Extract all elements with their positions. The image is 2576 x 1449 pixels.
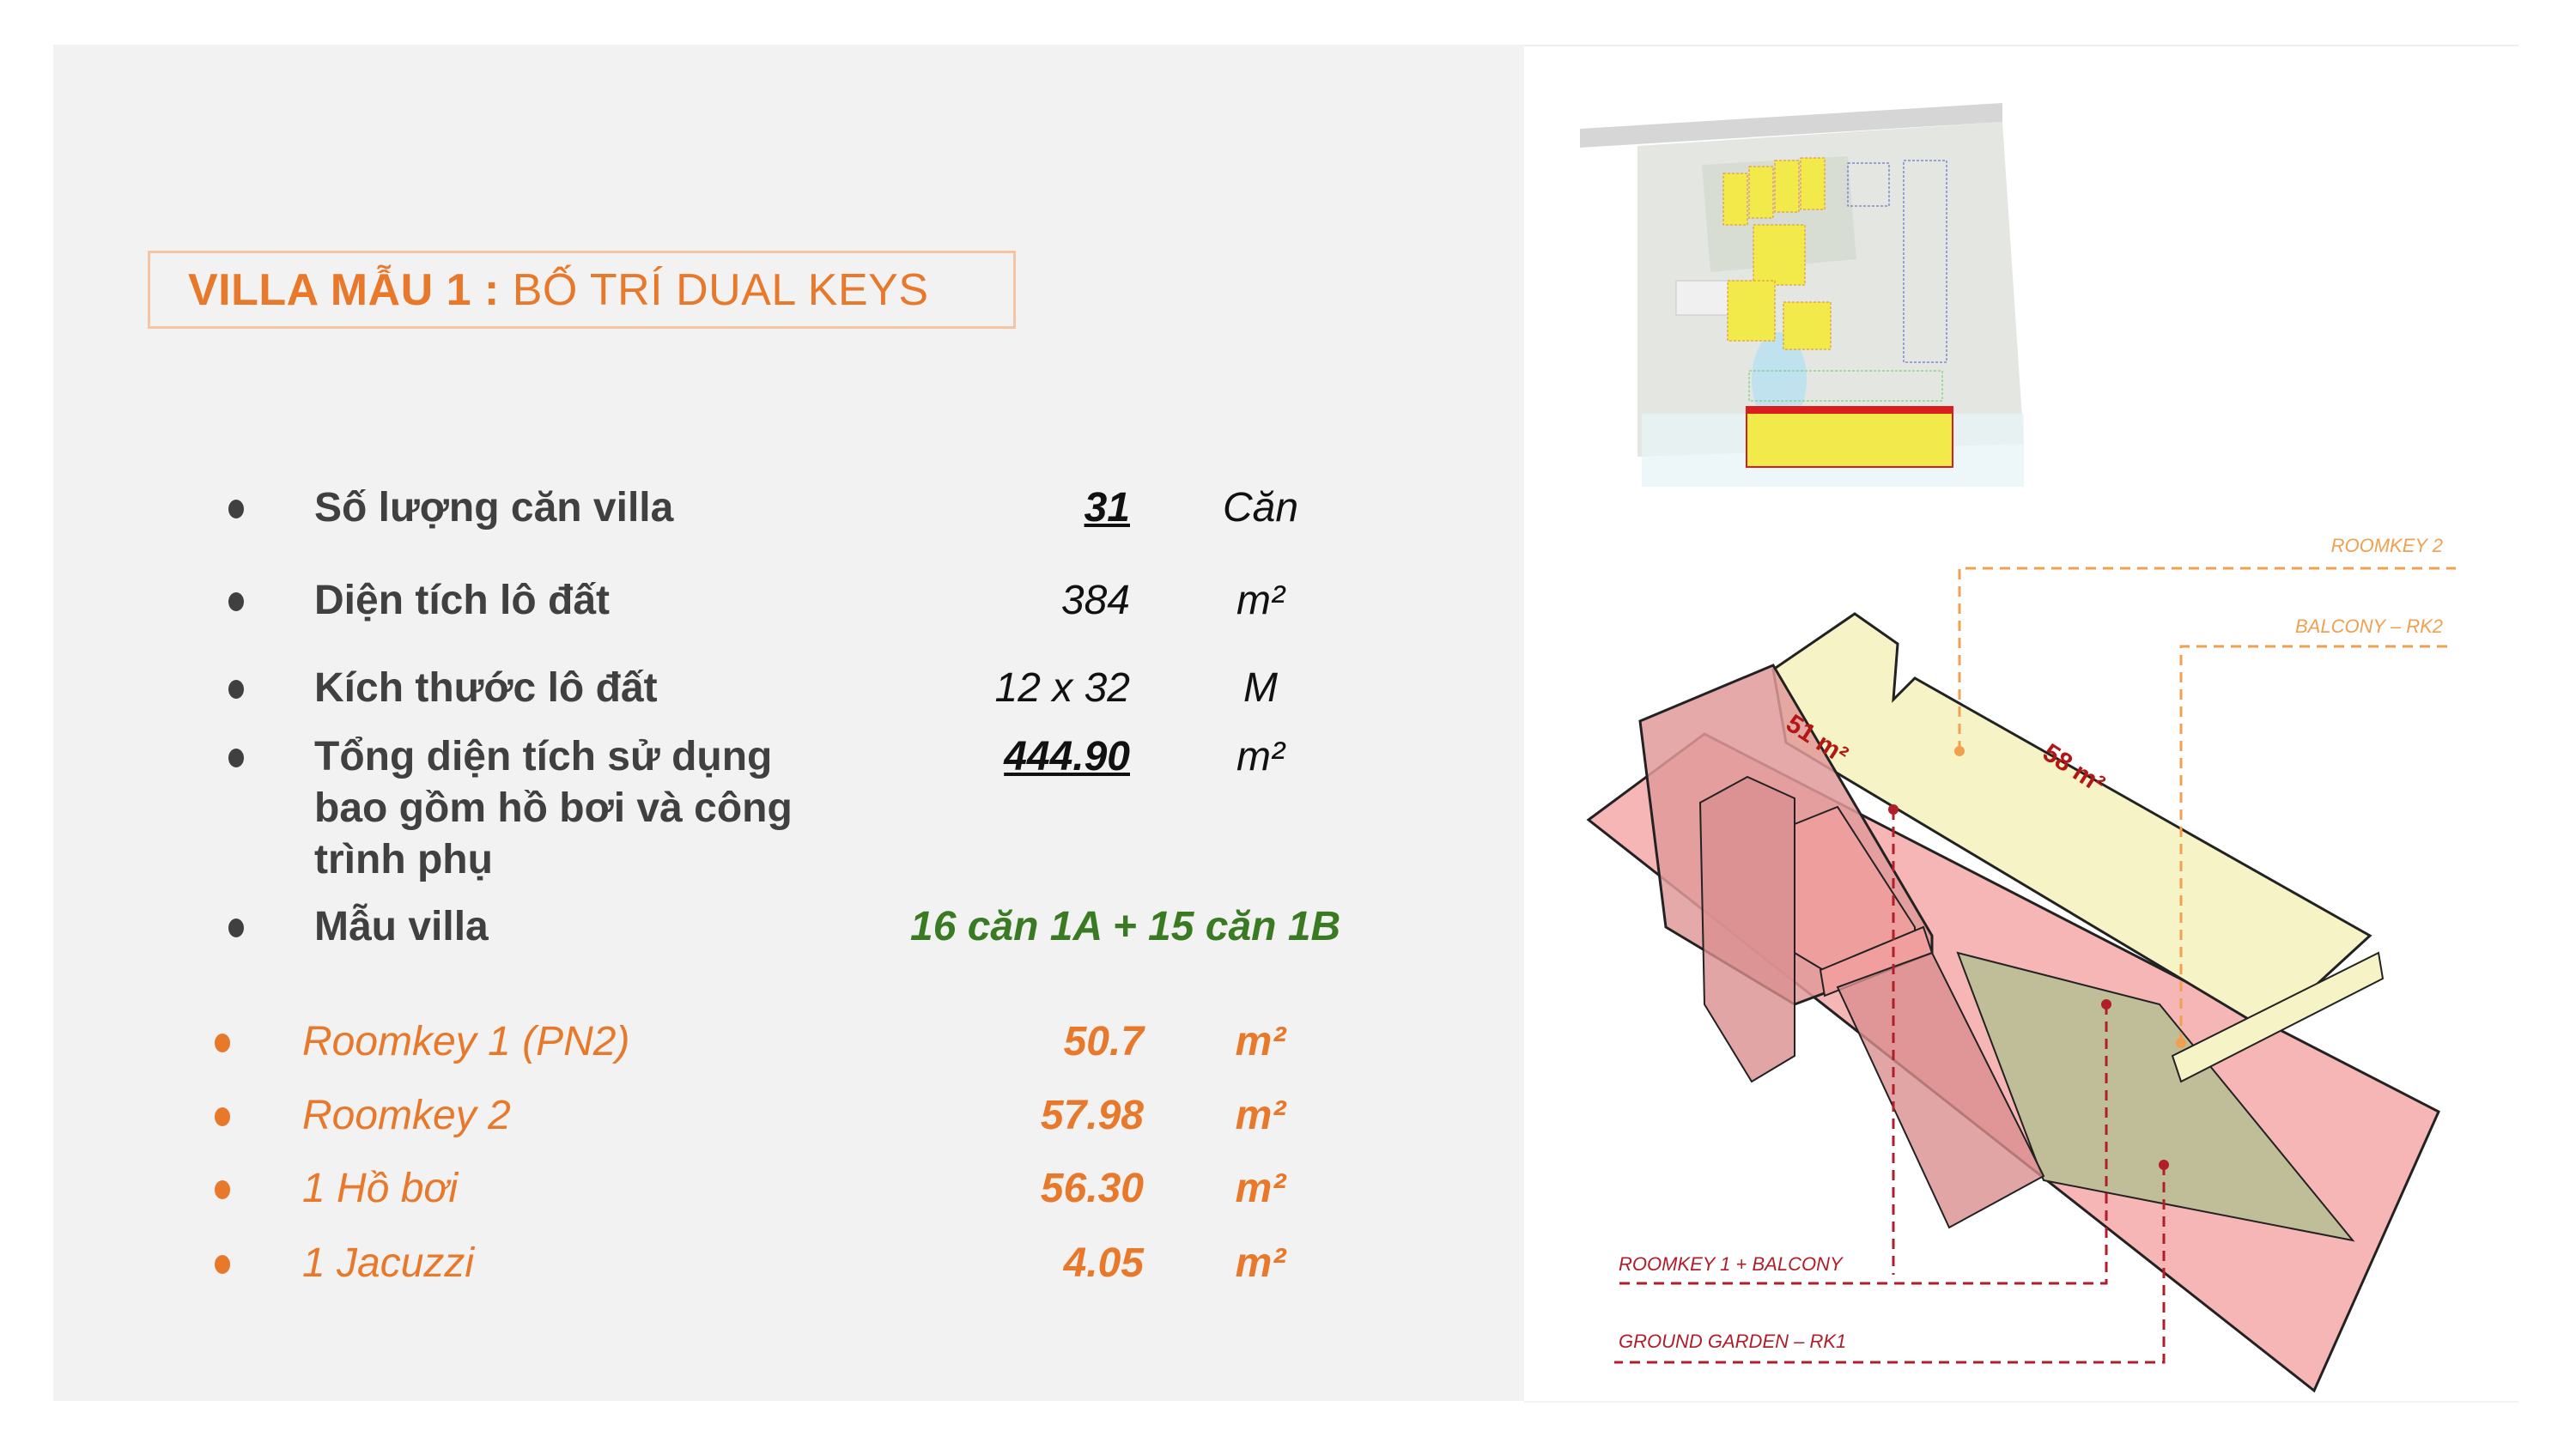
callout-roomkey2-label: ROOMKEY 2 xyxy=(2331,535,2443,556)
spec-unit: m² xyxy=(1236,734,1285,779)
villa-red-row xyxy=(1746,406,1953,468)
spec-label: Kích thước lô đất xyxy=(314,665,658,711)
area-label: 1 Hồ bơi xyxy=(302,1166,459,1211)
callout-balcony-rk2-label: BALCONY – RK2 xyxy=(2295,615,2443,637)
bullet-icon xyxy=(228,919,244,937)
area-label: Roomkey 1 (PN2) xyxy=(302,1019,630,1064)
spec-label: Số lượng căn villa xyxy=(314,485,674,530)
divider-line xyxy=(1524,45,2518,46)
area-value: 4.05 xyxy=(1063,1240,1144,1286)
area-value: 50.7 xyxy=(1063,1019,1144,1064)
bullet-icon xyxy=(228,749,244,767)
area-unit: m² xyxy=(1235,1093,1286,1138)
spec-value: 31 xyxy=(1084,485,1130,530)
area-label: 1 Jacuzzi xyxy=(302,1240,475,1286)
spec-unit: Căn xyxy=(1222,485,1299,530)
area-label: Roomkey 2 xyxy=(302,1093,511,1138)
bullet-icon xyxy=(228,592,244,611)
area-value: 56.30 xyxy=(1040,1166,1144,1211)
area-unit: m² xyxy=(1235,1240,1286,1286)
spec-label-line-1: Tổng diện tích sử dụng xyxy=(314,734,773,779)
spec-unit: M xyxy=(1243,665,1278,711)
villa-type-value: 16 căn 1A + 15 căn 1B xyxy=(910,904,1341,949)
area-unit: m² xyxy=(1235,1019,1286,1064)
spec-value: 12 x 32 xyxy=(994,665,1130,711)
callout-ground-garden-label: GROUND GARDEN – RK1 xyxy=(1619,1331,1846,1352)
title-box: VILLA MẪU 1 : BỐ TRÍ DUAL KEYS xyxy=(148,251,1016,329)
spec-unit: m² xyxy=(1236,578,1285,623)
area-unit: m² xyxy=(1235,1166,1286,1211)
spec-label-line-3: trình phụ xyxy=(314,837,493,882)
title-light: BỐ TRÍ DUAL KEYS xyxy=(499,264,929,315)
spec-label: Diện tích lô đất xyxy=(314,578,611,623)
isometric-diagram: 51 m² 58 m² ROOMKEY 2 BALCONY – RK2 ROOM… xyxy=(1586,535,2456,1393)
bullet-icon xyxy=(215,1034,230,1052)
title-bold: VILLA MẪU 1 : xyxy=(188,264,500,315)
bullet-icon xyxy=(215,1180,230,1199)
bullet-icon xyxy=(228,500,244,518)
page-title: VILLA MẪU 1 : BỐ TRÍ DUAL KEYS xyxy=(188,264,929,316)
spec-label-line-2: bao gồm hồ bơi và công xyxy=(314,785,793,831)
bullet-icon xyxy=(228,680,244,699)
spec-value: 444.90 xyxy=(1004,734,1130,779)
callout-roomkey1-balcony-label: ROOMKEY 1 + BALCONY xyxy=(1619,1253,1844,1275)
site-plan-image xyxy=(1573,96,2037,491)
spec-label: Mẫu villa xyxy=(314,904,489,949)
bullet-icon xyxy=(215,1107,230,1126)
bullet-icon xyxy=(215,1255,230,1274)
rk1-column xyxy=(1698,775,1795,1083)
spec-value: 384 xyxy=(1060,578,1130,623)
area-value: 57.98 xyxy=(1040,1093,1144,1138)
